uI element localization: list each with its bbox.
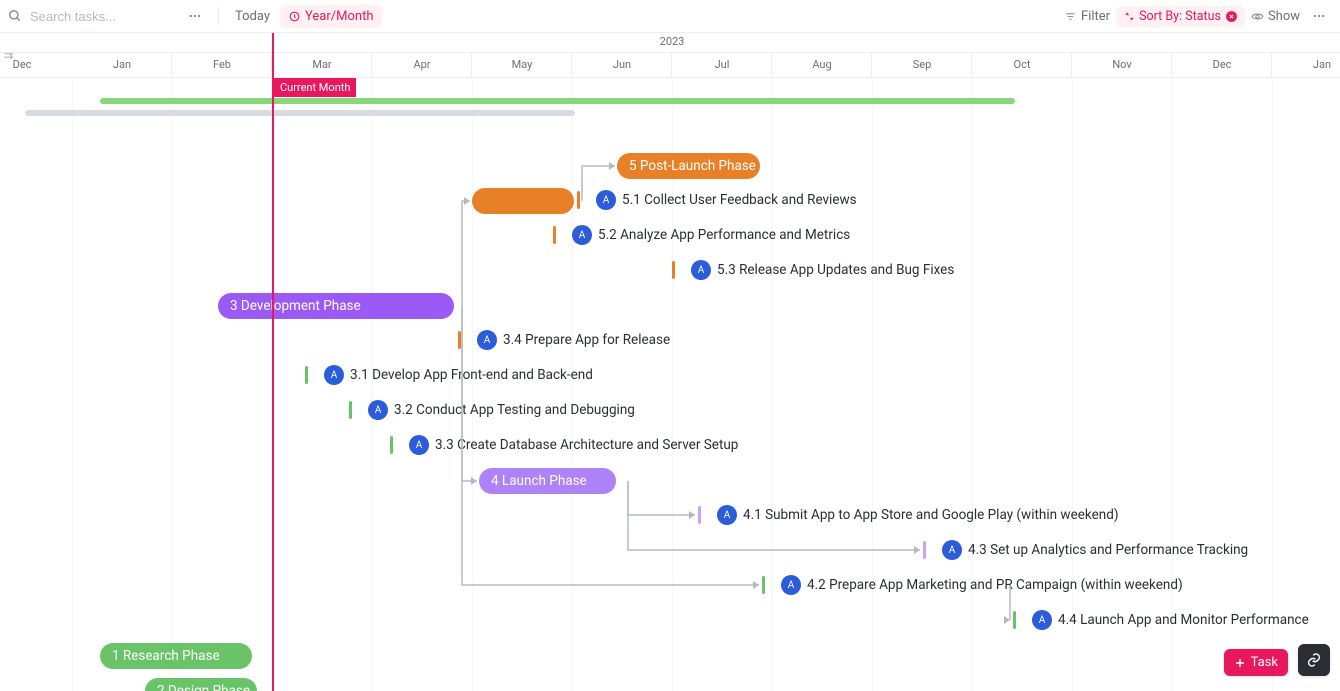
avatar[interactable]: A bbox=[596, 190, 616, 210]
task-row[interactable]: A 3.3 Create Database Architecture and Se… bbox=[390, 435, 738, 455]
month-label: Dec bbox=[1213, 58, 1232, 71]
task-row[interactable]: A 5.2 Analyze App Performance and Metrics bbox=[553, 225, 850, 245]
search-input[interactable] bbox=[28, 8, 178, 25]
plus-icon bbox=[1234, 657, 1246, 669]
task-tick bbox=[577, 191, 580, 209]
search-icon bbox=[8, 9, 22, 23]
avatar[interactable]: A bbox=[409, 435, 429, 455]
summary-bar-grey[interactable] bbox=[25, 110, 575, 116]
month-label: Jan bbox=[113, 58, 131, 71]
today-button[interactable]: Today bbox=[229, 5, 276, 28]
task-label: 4.1 Submit App to App Store and Google P… bbox=[743, 507, 1119, 523]
phase-bar[interactable]: 2 Design Phase bbox=[145, 678, 257, 691]
task-row[interactable]: A 3.4 Prepare App for Release bbox=[458, 330, 670, 350]
avatar[interactable]: A bbox=[717, 505, 737, 525]
month-label: Feb bbox=[213, 58, 231, 71]
task-label: 5.1 Collect User Feedback and Reviews bbox=[622, 192, 857, 208]
task-tick bbox=[349, 401, 352, 419]
task-label: 5.2 Analyze App Performance and Metrics bbox=[598, 227, 850, 243]
task-label: 4.2 Prepare App Marketing and PR Campaig… bbox=[807, 577, 1183, 593]
sort-pill[interactable]: Sort By: Status bbox=[1116, 6, 1245, 27]
avatar[interactable]: A bbox=[324, 365, 344, 385]
task-label: 3.1 Develop App Front-end and Back-end bbox=[350, 367, 593, 383]
current-month-flag: Current Month bbox=[274, 78, 356, 97]
link-fab[interactable] bbox=[1298, 644, 1330, 676]
sort-icon bbox=[1124, 11, 1135, 22]
task-label: 3.4 Prepare App for Release bbox=[503, 332, 670, 348]
task-tick bbox=[762, 576, 765, 594]
avatar[interactable]: A bbox=[942, 540, 962, 560]
link-icon bbox=[1306, 652, 1322, 668]
month-label: Nov bbox=[1112, 58, 1131, 71]
task-label: 3.2 Conduct App Testing and Debugging bbox=[394, 402, 635, 418]
year-header: 2023 bbox=[0, 33, 1340, 53]
task-row[interactable]: A 3.1 Develop App Front-end and Back-end bbox=[305, 365, 593, 385]
task-tick bbox=[1013, 611, 1016, 629]
task-tick bbox=[672, 261, 675, 279]
phase-bar[interactable] bbox=[472, 188, 574, 214]
months-header: Dec Jan Feb Mar Apr May Jun Jul Aug Sep Oct Nov Dec J… bbox=[0, 53, 1340, 78]
toolbar: Today Year/Month Filter Sort By: Status … bbox=[0, 0, 1340, 33]
avatar[interactable]: A bbox=[691, 260, 711, 280]
year-label: 2023 bbox=[660, 35, 685, 48]
month-label: Aug bbox=[812, 58, 831, 71]
scale-selector[interactable]: Year/Month bbox=[280, 5, 382, 28]
avatar[interactable]: A bbox=[781, 575, 801, 595]
phase-bar[interactable]: 4 Launch Phase bbox=[479, 468, 616, 494]
task-row[interactable]: A 4.3 Set up Analytics and Performance Tr… bbox=[923, 540, 1248, 560]
month-label: Dec bbox=[13, 58, 32, 71]
more-icon-2[interactable] bbox=[1306, 5, 1332, 27]
avatar[interactable]: A bbox=[572, 225, 592, 245]
summary-bar-green[interactable] bbox=[100, 98, 1015, 104]
task-label: 5.3 Release App Updates and Bug Fixes bbox=[717, 262, 954, 278]
task-tick bbox=[458, 331, 461, 349]
task-label: 4.3 Set up Analytics and Performance Tra… bbox=[968, 542, 1248, 558]
month-label: Jun bbox=[613, 58, 631, 71]
phase-bar[interactable]: 1 Research Phase bbox=[100, 643, 252, 669]
month-label: Sep bbox=[913, 58, 932, 71]
task-row[interactable]: A 4.1 Submit App to App Store and Google … bbox=[698, 505, 1119, 525]
task-tick bbox=[390, 436, 393, 454]
scale-label: Year/Month bbox=[305, 9, 374, 24]
filter-icon bbox=[1064, 10, 1077, 23]
month-label: May bbox=[512, 58, 533, 71]
task-tick bbox=[923, 541, 926, 559]
task-label: 4.4 Launch App and Monitor Performance bbox=[1058, 612, 1309, 628]
task-label: 3.3 Create Database Architecture and Ser… bbox=[435, 437, 738, 453]
add-task-button[interactable]: Task bbox=[1224, 649, 1288, 676]
timeline[interactable]: 2023 Dec Jan Feb Mar Apr May Jun Jul Aug Sep Oct No… bbox=[0, 33, 1340, 691]
month-label: Oct bbox=[1014, 58, 1031, 71]
task-tick bbox=[698, 506, 701, 524]
avatar[interactable]: A bbox=[477, 330, 497, 350]
show-button[interactable]: Show bbox=[1251, 9, 1300, 24]
task-row[interactable]: A 5.3 Release App Updates and Bug Fixes bbox=[672, 260, 954, 280]
task-tick bbox=[305, 366, 308, 384]
task-row[interactable]: A 3.2 Conduct App Testing and Debugging bbox=[349, 400, 635, 420]
phase-bar[interactable]: 3 Development Phase bbox=[218, 293, 454, 319]
month-label: Jan bbox=[1313, 58, 1331, 71]
avatar[interactable]: A bbox=[368, 400, 388, 420]
search-wrap[interactable] bbox=[8, 8, 178, 25]
gantt-body[interactable]: 5 Post-Launch Phase 3 Development Phase 4 … bbox=[0, 78, 1340, 691]
eye-icon bbox=[1251, 10, 1264, 23]
sort-clear-icon[interactable] bbox=[1225, 9, 1239, 23]
more-icon-1[interactable] bbox=[182, 5, 208, 27]
filter-button[interactable]: Filter bbox=[1064, 9, 1110, 24]
month-label: Apr bbox=[413, 58, 430, 71]
scale-icon bbox=[288, 10, 301, 23]
phase-bar[interactable]: 5 Post-Launch Phase bbox=[617, 153, 760, 179]
task-tick bbox=[553, 226, 556, 244]
month-label: Mar bbox=[312, 58, 331, 71]
avatar[interactable]: A bbox=[1032, 610, 1052, 630]
task-row[interactable]: A 4.2 Prepare App Marketing and PR Campai… bbox=[762, 575, 1183, 595]
month-label: Jul bbox=[715, 58, 730, 71]
task-row[interactable]: A 5.1 Collect User Feedback and Reviews bbox=[577, 190, 857, 210]
task-row[interactable]: A 4.4 Launch App and Monitor Performance bbox=[1013, 610, 1309, 630]
